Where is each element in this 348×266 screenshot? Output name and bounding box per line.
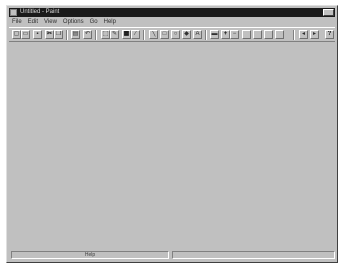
line-icon: ╲	[151, 31, 156, 37]
save-button[interactable]: ▪	[33, 30, 42, 39]
zoom-out-icon: −	[232, 31, 237, 37]
menu-options[interactable]: Options	[63, 18, 84, 26]
zoom-out-button[interactable]: −	[230, 30, 239, 39]
fill-icon: ◆	[184, 31, 189, 37]
open-icon: ▭	[22, 31, 29, 37]
menu-view[interactable]: View	[44, 18, 57, 26]
new-icon: ▢	[13, 31, 20, 37]
toolbar-separator	[205, 30, 207, 40]
rect-icon: □	[162, 31, 167, 37]
fill-button[interactable]: ◆	[182, 30, 191, 39]
prev-button[interactable]: ◂	[299, 30, 308, 39]
text-button[interactable]: A	[193, 30, 202, 39]
workspace[interactable]	[9, 43, 335, 250]
title-bar[interactable]: Untitled - Paint	[9, 8, 335, 17]
cut-icon: ✂	[46, 31, 53, 37]
toolbar-separator	[293, 30, 295, 40]
open-button[interactable]: ▭	[21, 30, 30, 39]
maximize-button[interactable]	[323, 9, 334, 16]
ellipse-icon: ○	[173, 31, 178, 37]
eraser-icon: ▬	[211, 31, 218, 37]
save-icon: ▪	[36, 31, 39, 37]
line-button[interactable]: ╲	[149, 30, 158, 39]
blank-button-3[interactable]	[264, 30, 273, 39]
prev-icon: ◂	[301, 31, 305, 37]
zoom-in-button[interactable]: +	[221, 30, 230, 39]
system-menu-icon[interactable]	[10, 9, 17, 16]
menu-go[interactable]: Go	[90, 18, 98, 26]
brush-icon: ∕	[134, 31, 136, 37]
status-bar: Help	[9, 250, 335, 260]
brush-button[interactable]: ∕	[131, 30, 140, 39]
ellipse-button[interactable]: ○	[171, 30, 180, 39]
pencil-button[interactable]: ✎	[110, 30, 119, 39]
cut-button[interactable]: ✂	[45, 30, 54, 39]
rect-button[interactable]: □	[160, 30, 169, 39]
text-icon: A	[195, 31, 200, 37]
help-icon: ?	[327, 31, 332, 37]
toolbar: ▢ ▭ ▪ ✂ ❐ ▤ ↶ ⬚ ✎ ▦ ∕ ╲ □ ○ ◆ A ▬ + − ◂ …	[9, 27, 335, 42]
window-title: Untitled - Paint	[20, 9, 60, 15]
menu-bar: File Edit View Options Go Help	[9, 18, 335, 26]
undo-button[interactable]: ↶	[83, 30, 92, 39]
blank-button-1[interactable]	[242, 30, 251, 39]
paste-button[interactable]: ▤	[71, 30, 80, 39]
next-icon: ▸	[312, 31, 316, 37]
copy-icon: ❐	[55, 31, 62, 37]
menu-file[interactable]: File	[12, 18, 22, 26]
menu-help[interactable]: Help	[104, 18, 116, 26]
toolbar-separator	[95, 30, 97, 40]
select-icon: ⬚	[102, 31, 109, 37]
app-window: Untitled - Paint File Edit View Options …	[6, 5, 338, 263]
status-pane-right	[172, 251, 335, 259]
blank-button-4[interactable]	[275, 30, 284, 39]
eraser-button[interactable]: ▬	[210, 30, 219, 39]
select-button[interactable]: ⬚	[101, 30, 110, 39]
menu-edit[interactable]: Edit	[28, 18, 38, 26]
pencil-icon: ✎	[111, 31, 118, 37]
new-button[interactable]: ▢	[12, 30, 21, 39]
copy-button[interactable]: ❐	[54, 30, 63, 39]
status-pane-left: Help	[11, 251, 169, 259]
undo-icon: ↶	[84, 31, 91, 37]
toolbar-separator	[143, 30, 145, 40]
grid-button[interactable]: ▦	[122, 30, 131, 39]
blank-button-2[interactable]	[253, 30, 262, 39]
grid-icon: ▦	[123, 31, 130, 37]
next-button[interactable]: ▸	[310, 30, 319, 39]
help-button[interactable]: ?	[325, 30, 334, 39]
zoom-in-icon: +	[223, 31, 228, 37]
paste-icon: ▤	[72, 31, 79, 37]
toolbar-separator	[66, 30, 68, 40]
